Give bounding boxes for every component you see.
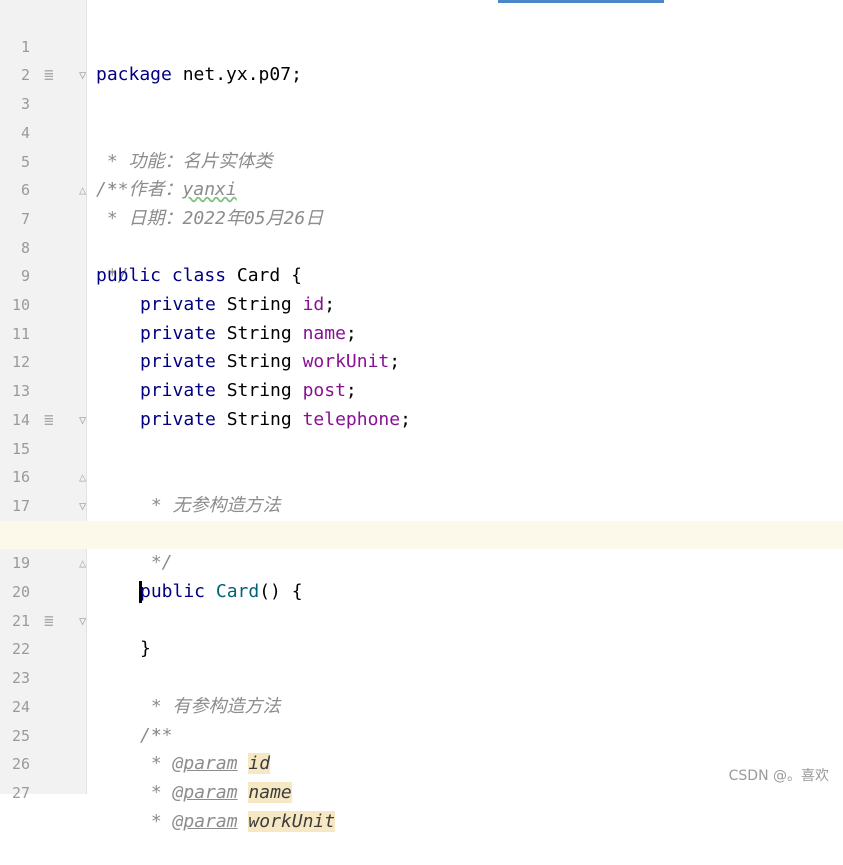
fold-end-icon[interactable]: △ — [79, 549, 86, 578]
code-line-10[interactable]: 10 private String name; — [0, 262, 843, 344]
code-line-24[interactable]: 24 * — [0, 664, 843, 746]
param-name: workUnit — [248, 810, 336, 832]
fold-icon[interactable]: ▽ — [79, 61, 86, 90]
code-line-15[interactable]: 15 ≣ ▽ /** — [0, 406, 843, 545]
code-line-14[interactable]: 14 — [0, 377, 843, 429]
code-line-4[interactable]: 4 * 功能：名片实体类 — [0, 90, 843, 172]
code-line-27[interactable]: 27 * @param workUnit — [0, 750, 843, 832]
code-line-18[interactable]: 18 ▽ public Card() { — [0, 492, 843, 602]
comment: * — [140, 810, 173, 832]
doc-render-icon[interactable]: ≣ — [44, 406, 54, 435]
fold-icon[interactable]: ▽ — [79, 607, 86, 636]
code-line-8[interactable]: 8 public class Card { — [0, 205, 843, 287]
code-line-20[interactable]: 20 △ } — [0, 549, 843, 659]
doc-render-icon[interactable]: ≣ — [44, 607, 54, 636]
fold-icon[interactable]: ▽ — [79, 492, 86, 521]
code-line-22[interactable]: 22 ≣ ▽ /** — [0, 607, 843, 746]
code-line-6[interactable]: 6 * 日期：2022年05月26日 — [0, 148, 843, 229]
fold-end-icon[interactable]: △ — [79, 463, 86, 492]
code-line-28[interactable]: 28 * @param post — [0, 779, 843, 794]
watermark: CSDN @。喜欢 — [728, 768, 829, 784]
code-line-5[interactable]: 5 * 作者：yanxi — [0, 119, 843, 201]
code-line-3[interactable]: 3 ≣ ▽ /** — [0, 61, 843, 200]
code-line-11[interactable]: 11 private String workUnit; — [0, 291, 843, 373]
doc-render-icon[interactable]: ≣ — [44, 61, 54, 90]
param-tag: @param — [172, 810, 238, 832]
code-line-17[interactable]: 17 △ */ — [0, 463, 843, 573]
code-line-9[interactable]: 9 private String id; — [0, 234, 843, 315]
code-line-12[interactable]: 12 private String post; — [0, 320, 843, 401]
code-line-7[interactable]: 7 △ */ — [0, 176, 843, 286]
code-line-26[interactable]: 26 * @param name — [0, 722, 843, 803]
code-line-21[interactable]: 21 — [0, 578, 843, 630]
fold-icon[interactable]: ▽ — [79, 406, 86, 435]
code-line-23[interactable]: 23 * 有参构造方法 — [0, 635, 843, 717]
code-line-19[interactable]: 19 — [0, 520, 843, 603]
fold-end-icon[interactable]: △ — [79, 176, 86, 205]
code-line-1[interactable]: 1 package net.yx.p07; — [0, 4, 843, 86]
code-line-13[interactable]: 13 private String telephone; — [0, 348, 843, 430]
editor-tab-indicator — [498, 0, 664, 3]
code-line-2[interactable]: 2 — [0, 33, 843, 84]
code-line-25[interactable]: 25 * @param id — [0, 693, 843, 775]
code-line-16[interactable]: 16 * 无参构造方法 — [0, 435, 843, 516]
